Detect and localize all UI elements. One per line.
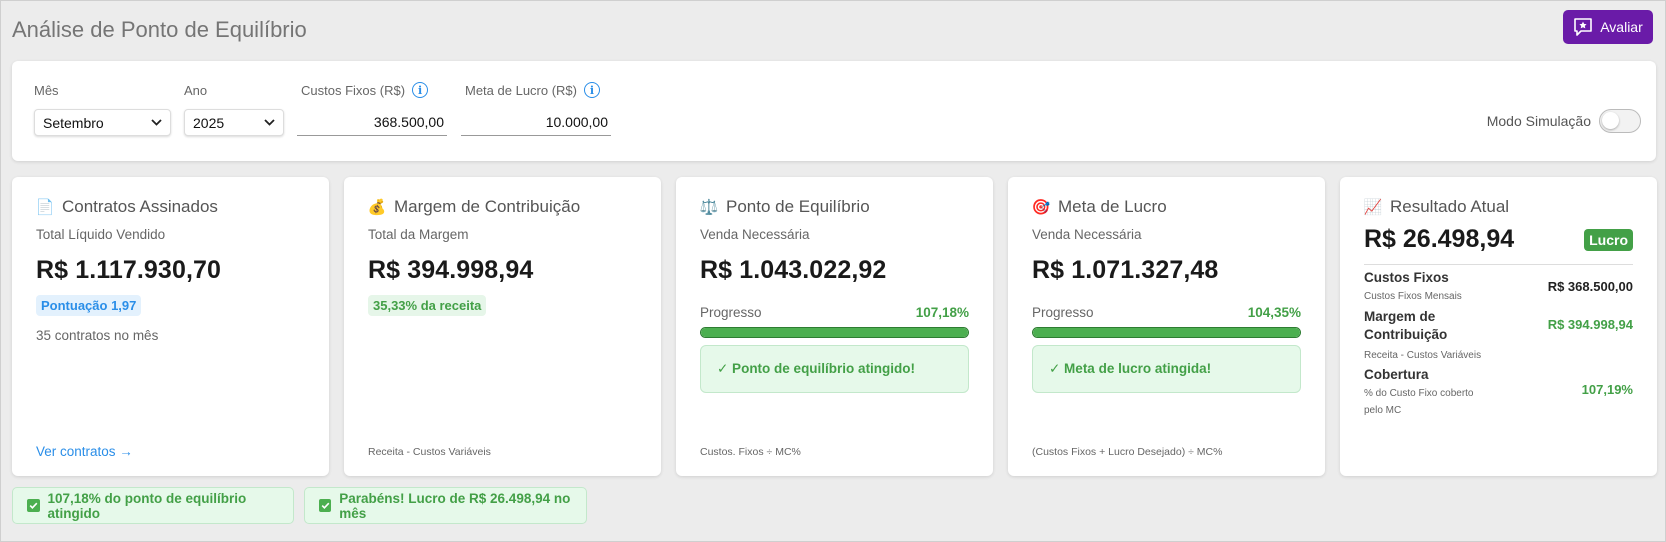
progress-label: Progresso — [700, 305, 762, 320]
profit-goal-input[interactable]: 10.000,00 — [461, 109, 611, 136]
contracts-count: 35 contratos no mês — [36, 328, 159, 343]
contracts-card: 📄 Contratos Assinados Total Líquido Vend… — [12, 177, 329, 476]
profit-goal-card: 🎯 Meta de Lucro Venda Necessária R$ 1.07… — [1008, 177, 1325, 476]
fixed-costs-input[interactable]: 368.500,00 — [297, 109, 447, 136]
card-subtitle: Total Líquido Vendido — [36, 227, 166, 242]
margin-card: 💰 Margem de Contribuição Total da Margem… — [344, 177, 661, 476]
profit-goal-field: Meta de Lucro (R$) i 10.000,00 — [461, 82, 611, 136]
year-select[interactable]: 2025 — [184, 109, 284, 136]
progress-bar — [1032, 327, 1301, 338]
progress-percent: 104,35% — [1247, 305, 1301, 320]
month-select[interactable]: Setembro — [34, 109, 171, 136]
formula-note: Receita - Custos Variáveis — [368, 446, 491, 458]
scale-icon: ⚖️ — [699, 199, 719, 216]
card-title: Ponto de Equilíbrio — [726, 197, 870, 216]
card-title: Resultado Atual — [1390, 197, 1510, 216]
contribution-margin-row: Margem de Contribuição Receita - Custos … — [1364, 308, 1633, 361]
row-note: Custos Fixos Mensais — [1364, 291, 1462, 302]
chart-up-icon: 📈 — [1363, 199, 1383, 216]
rate-star-icon — [1574, 18, 1593, 36]
month-label: Mês — [34, 82, 59, 98]
fixed-costs-field: Custos Fixos (R$) i 368.500,00 — [297, 82, 447, 136]
card-value: R$ 1.117.930,70 — [36, 256, 221, 284]
checkbox-check-icon — [319, 499, 332, 512]
simulation-mode: Modo Simulação — [1487, 109, 1641, 133]
fixed-costs-label: Custos Fixos (R$) — [301, 82, 406, 98]
month-field: Mês Setembro — [34, 82, 171, 136]
card-subtitle: Total da Margem — [368, 227, 469, 242]
progress-fill — [1033, 328, 1300, 337]
card-title: Meta de Lucro — [1058, 197, 1167, 216]
notification-text: 107,18% do ponto de equilíbrio atingido — [47, 490, 247, 521]
chevron-down-icon — [151, 119, 162, 126]
filters-panel: Mês Setembro Ano 2025 Custos Fixos (R$) … — [12, 61, 1656, 161]
profit-goal-label: Meta de Lucro (R$) — [465, 82, 577, 98]
formula-note: (Custos Fixos + Lucro Desejado) ÷ MC% — [1032, 446, 1223, 458]
rate-button-label: Avaliar — [1600, 19, 1643, 35]
simulation-label: Modo Simulação — [1486, 113, 1591, 129]
checkbox-check-icon — [27, 499, 40, 512]
profit-goal-alert: ✓ Meta de lucro atingida! — [1032, 345, 1301, 393]
revenue-share-badge: 35,33% da receita — [368, 295, 487, 316]
row-value: R$ 368.500,00 — [1547, 278, 1633, 294]
card-value: R$ 1.071.327,48 — [1032, 256, 1219, 284]
year-select-value: 2025 — [193, 114, 225, 131]
card-title: Margem de Contribuição — [394, 197, 581, 216]
breakeven-alert: ✓ Ponto de equilíbrio atingido! — [700, 345, 969, 393]
row-title: Margem de Contribuição — [1364, 309, 1448, 342]
view-contracts-link[interactable]: Ver contratos → — [36, 444, 133, 459]
year-label: Ano — [184, 82, 208, 98]
row-title: Custos Fixos — [1364, 270, 1449, 285]
row-note: % do Custo Fixo coberto pelo MC — [1364, 388, 1474, 416]
row-note: Receita - Custos Variáveis — [1364, 350, 1482, 361]
breakeven-card: ⚖️ Ponto de Equilíbrio Venda Necessária … — [676, 177, 993, 476]
card-subtitle: Venda Necessária — [1032, 227, 1142, 242]
notification-profit: Parabéns! Lucro de R$ 26.498,94 no mês — [304, 487, 587, 524]
row-title: Cobertura — [1364, 367, 1429, 382]
card-value: R$ 1.043.022,92 — [700, 256, 887, 284]
notification-text: Parabéns! Lucro de R$ 26.498,94 no mês — [339, 490, 571, 521]
info-icon[interactable]: i — [584, 82, 600, 98]
target-icon: 🎯 — [1031, 199, 1051, 216]
row-value: 107,19% — [1581, 381, 1633, 397]
fixed-costs-row: Custos Fixos Custos Fixos Mensais R$ 368… — [1364, 270, 1633, 302]
divider — [1364, 264, 1633, 265]
result-value: R$ 26.498,94 — [1364, 225, 1515, 253]
chevron-down-icon — [264, 119, 275, 126]
card-value: R$ 394.998,94 — [368, 256, 534, 284]
rate-button[interactable]: Avaliar — [1563, 10, 1653, 44]
progress-percent: 107,18% — [915, 305, 969, 320]
document-icon: 📄 — [35, 199, 55, 216]
profit-badge: Lucro — [1584, 228, 1633, 251]
card-subtitle: Venda Necessária — [700, 227, 810, 242]
month-select-value: Setembro — [43, 114, 104, 131]
page-title: Análise de Ponto de Equilíbrio — [12, 17, 307, 42]
money-bag-icon: 💰 — [367, 199, 387, 216]
info-icon[interactable]: i — [412, 82, 429, 98]
coverage-row: Cobertura % do Custo Fixo coberto pelo M… — [1364, 367, 1633, 419]
formula-note: Custos. Fixos ÷ MC% — [700, 446, 801, 458]
year-field: Ano 2025 — [184, 82, 284, 136]
progress-label: Progresso — [1032, 305, 1094, 320]
progress-fill — [701, 328, 968, 337]
card-title: Contratos Assinados — [62, 197, 218, 216]
simulation-toggle[interactable] — [1599, 109, 1641, 133]
result-card: 📈 Resultado Atual R$ 26.498,94 Lucro Cus… — [1340, 177, 1657, 476]
score-badge: Pontuação 1,97 — [36, 295, 142, 316]
row-value: R$ 394.998,94 — [1547, 317, 1633, 332]
notification-breakeven: 107,18% do ponto de equilíbrio atingido — [12, 487, 294, 524]
progress-bar — [700, 327, 969, 338]
